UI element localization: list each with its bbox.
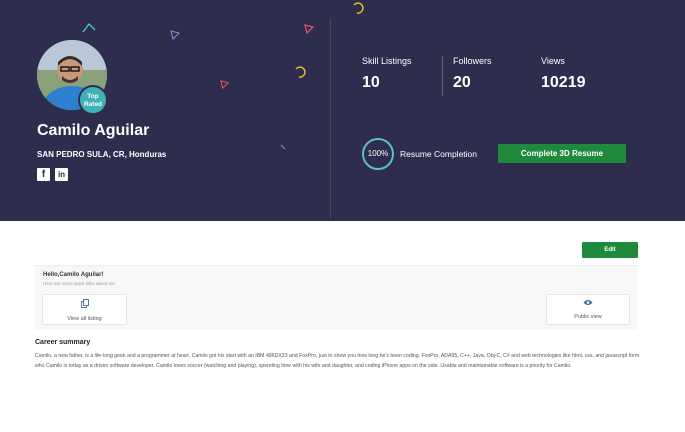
career-summary-text: Camilo, a new father, is a life-long gee… — [35, 353, 640, 369]
card-label: Public view — [574, 314, 602, 320]
stat-views: Views 10219 — [541, 56, 586, 92]
edit-button[interactable]: Edit — [582, 242, 638, 258]
copy-icon — [43, 299, 126, 310]
top-rated-badge: Top Rated — [78, 85, 108, 115]
resume-completion-ring: 100% — [362, 138, 394, 170]
complete-3d-resume-button[interactable]: Complete 3D Resume — [498, 144, 626, 163]
confetti-triangle-icon — [170, 30, 180, 40]
card-label: View all listing — [67, 316, 102, 322]
view-all-listing-card[interactable]: View all listing — [42, 294, 127, 325]
stat-value: 20 — [453, 74, 471, 91]
profile-location: SAN PEDRO SULA, CR, Honduras — [37, 150, 167, 159]
greeting-title: Hello,Camilo Aguilar! — [43, 272, 104, 278]
confetti-arc-icon — [295, 66, 306, 78]
stat-skill-listings: Skill Listings 10 — [362, 56, 412, 92]
resume-completion-label: Resume Completion — [400, 149, 478, 159]
public-view-card[interactable]: Public view — [546, 294, 630, 325]
stat-value: 10219 — [541, 74, 586, 91]
facebook-icon[interactable]: f — [37, 168, 50, 181]
stat-label: Views — [541, 56, 565, 66]
eye-icon — [547, 299, 629, 308]
profile-name: Camilo Aguilar — [37, 122, 150, 139]
linkedin-icon[interactable]: in — [55, 168, 68, 181]
confetti-dash-icon — [280, 144, 286, 150]
social-links: f in — [37, 168, 68, 181]
profile-banner: Top Rated Camilo Aguilar SAN PEDRO SULA,… — [0, 0, 685, 221]
stat-label: Followers — [453, 56, 492, 66]
confetti-triangle-icon — [304, 24, 314, 34]
confetti-arc-icon — [353, 2, 364, 14]
confetti-triangle-icon — [220, 80, 229, 89]
banner-divider — [330, 18, 331, 218]
stat-label: Skill Listings — [362, 56, 412, 66]
stat-followers: Followers 20 — [453, 56, 492, 92]
profile-page: Top Rated Camilo Aguilar SAN PEDRO SULA,… — [0, 0, 685, 432]
stat-divider — [442, 56, 443, 96]
greeting-subtitle: Here are some quick links about me — [43, 281, 115, 286]
stat-value: 10 — [362, 74, 380, 91]
confetti-line-icon — [82, 23, 96, 33]
career-summary-title: Career summary — [35, 339, 91, 346]
